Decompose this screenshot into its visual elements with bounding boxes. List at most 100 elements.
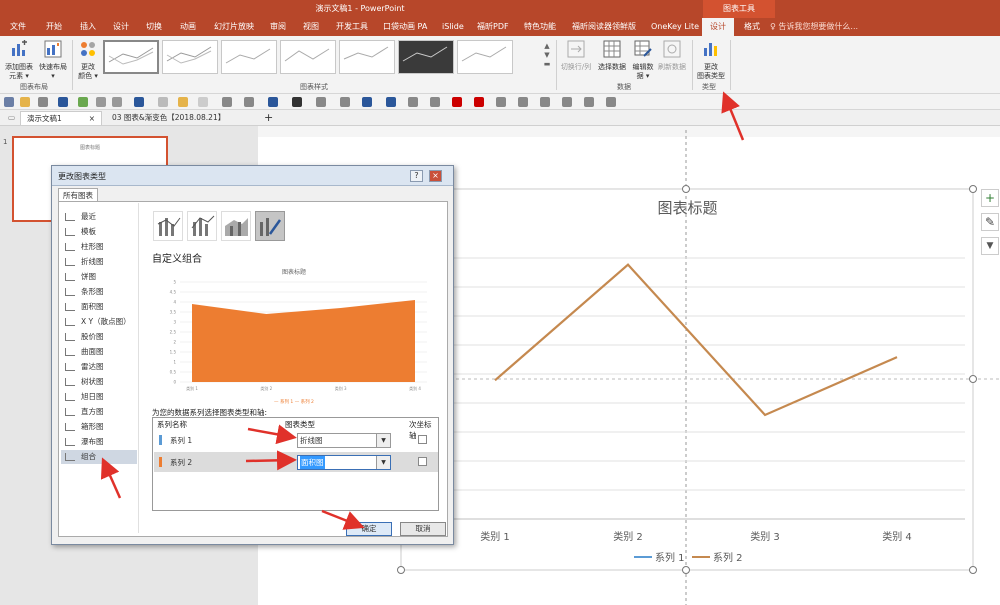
chart-type-label: 饼图 <box>81 272 96 281</box>
chart-elements-button[interactable]: + <box>981 189 999 207</box>
chart-type-icon <box>65 273 75 281</box>
preview-x-tick: 类别 3 <box>335 385 347 391</box>
cancel-button[interactable]: 取消 <box>400 522 446 536</box>
chart-type-item[interactable]: 饼图 <box>61 270 137 284</box>
chart-type-item[interactable]: 箱形图 <box>61 420 137 434</box>
chart-type-label: 股价图 <box>81 332 104 341</box>
chart-type-item[interactable]: 面积图 <box>61 300 137 314</box>
preview-x-tick: 类别 4 <box>409 385 421 391</box>
tab-all-charts[interactable]: 所有图表 <box>58 188 98 202</box>
chart-type-item[interactable]: 雷达图 <box>61 360 137 374</box>
series-1-chart-type-select[interactable]: 折线图 ▼ <box>297 433 391 448</box>
chart-type-item[interactable]: 组合 <box>61 450 137 464</box>
series-row: 系列 2 面积图 ▼ <box>154 452 438 472</box>
chart-type-label: 模板 <box>81 227 96 236</box>
dialog-title-bar: 更改图表类型 ? × <box>52 166 453 186</box>
resize-handle[interactable] <box>682 566 690 574</box>
chart-type-icon <box>65 258 75 266</box>
chart-type-label: X Y（散点图） <box>81 317 131 326</box>
chart-type-item[interactable]: 曲面图 <box>61 345 137 359</box>
series-name: 系列 2 <box>170 458 193 467</box>
preview-y-tick: 3.5 <box>170 310 177 315</box>
chevron-down-icon[interactable]: ▼ <box>376 456 390 469</box>
close-icon[interactable]: × <box>429 170 442 182</box>
chart-type-label: 条形图 <box>81 287 104 296</box>
chart-type-icon <box>65 303 75 311</box>
resize-handle[interactable] <box>969 566 977 574</box>
chart-type-item[interactable]: 折线图 <box>61 255 137 269</box>
chart-type-item[interactable]: 模板 <box>61 225 137 239</box>
resize-handle[interactable] <box>969 185 977 193</box>
series-2-secondary-axis-checkbox[interactable] <box>418 457 427 466</box>
chart-type-item[interactable]: 树状图 <box>61 375 137 389</box>
subtype-column-line-secondary[interactable] <box>187 211 217 241</box>
chart-type-item[interactable]: 直方图 <box>61 405 137 419</box>
preview-x-tick: 类别 1 <box>186 385 198 391</box>
chart-type-item[interactable]: X Y（散点图） <box>61 315 137 329</box>
chart-type-item[interactable]: 柱形图 <box>61 240 137 254</box>
legend-label-series2: 系列 2 <box>713 551 743 564</box>
main-x-tick: 类别 2 <box>613 530 643 543</box>
chart-type-label: 组合 <box>81 452 96 461</box>
chart-type-label: 柱形图 <box>81 242 104 251</box>
preview-area-series2 <box>192 300 415 382</box>
series-1-secondary-axis-checkbox[interactable] <box>418 435 427 444</box>
chart-filters-button[interactable]: ▼ <box>981 237 999 255</box>
chart-type-label: 树状图 <box>81 377 104 386</box>
chart-title[interactable]: 图表标题 <box>600 197 775 218</box>
select-value: 折线图 <box>300 436 323 445</box>
chart-type-icon <box>65 378 75 386</box>
chart-type-icon <box>65 348 75 356</box>
resize-handle[interactable] <box>969 375 977 383</box>
chart-type-label: 最近 <box>81 212 96 221</box>
chart-type-label: 面积图 <box>81 302 104 311</box>
chart-type-item[interactable]: 股价图 <box>61 330 137 344</box>
resize-handle[interactable] <box>397 566 405 574</box>
preview-title: 图表标题 <box>282 268 306 276</box>
subtype-clustered-column-line[interactable] <box>153 211 183 241</box>
resize-handle[interactable] <box>682 185 690 193</box>
chevron-down-icon[interactable]: ▼ <box>376 434 390 447</box>
preview-x-tick: 类别 2 <box>260 385 272 391</box>
ok-button[interactable]: 确定 <box>346 522 392 536</box>
chart-type-label: 折线图 <box>81 257 104 266</box>
main-x-tick: 类别 1 <box>480 530 510 543</box>
chart-styles-button[interactable]: ✎ <box>981 213 999 231</box>
preview-y-tick: 4.5 <box>170 290 177 295</box>
chart-type-item[interactable]: 旭日图 <box>61 390 137 404</box>
divider <box>138 203 139 533</box>
main-x-tick: 类别 4 <box>882 530 912 543</box>
preview-y-tick: 0.5 <box>170 370 177 375</box>
chart-type-icon <box>65 213 75 221</box>
select-value: 面积图 <box>300 456 325 469</box>
chart-type-icon <box>65 423 75 431</box>
chart-type-icon <box>65 288 75 296</box>
chart-type-icon <box>65 453 75 461</box>
subtype-stacked-area-column[interactable] <box>221 211 251 241</box>
chart-type-label: 旭日图 <box>81 392 104 401</box>
chart-type-icon <box>65 318 75 326</box>
subtype-title: 自定义组合 <box>152 254 202 265</box>
legend-label-series1: 系列 1 <box>655 551 685 564</box>
chart-type-item[interactable]: 瀑布图 <box>61 435 137 449</box>
chart-type-label: 直方图 <box>81 407 104 416</box>
chart-type-item[interactable]: 最近 <box>61 210 137 224</box>
preview-y-tick: 0 <box>173 380 176 385</box>
chart-type-item[interactable]: 条形图 <box>61 285 137 299</box>
preview-y-tick: 4 <box>173 300 176 305</box>
series-row: 系列 1 折线图 ▼ <box>154 430 438 450</box>
preview-y-tick: 1.5 <box>170 350 177 355</box>
chart-type-icon <box>65 333 75 341</box>
preview-y-tick: 2.5 <box>170 330 177 335</box>
preview-y-tick: 1 <box>173 360 176 365</box>
help-button[interactable]: ? <box>410 170 423 182</box>
series-2-chart-type-select[interactable]: 面积图 ▼ <box>297 455 391 470</box>
preview-chart: 图表标题 5 4.5 4 3.5 3 2.5 2 1.5 1 0.5 0 类别 1 类别 2 类别 3 类… <box>152 264 437 406</box>
column-header-chart-type: 图表类型 <box>285 420 315 429</box>
chart-type-label: 箱形图 <box>81 422 104 431</box>
chart-type-label: 雷达图 <box>81 362 104 371</box>
subtype-custom-combination[interactable] <box>255 211 285 241</box>
column-header-series-name: 系列名称 <box>157 420 187 429</box>
preview-y-tick: 5 <box>173 280 176 285</box>
change-chart-type-dialog: 更改图表类型 ? × 所有图表 最近 模板 柱形图 折线图 饼图 条形图 面积图 X Y（散点… <box>51 165 454 545</box>
